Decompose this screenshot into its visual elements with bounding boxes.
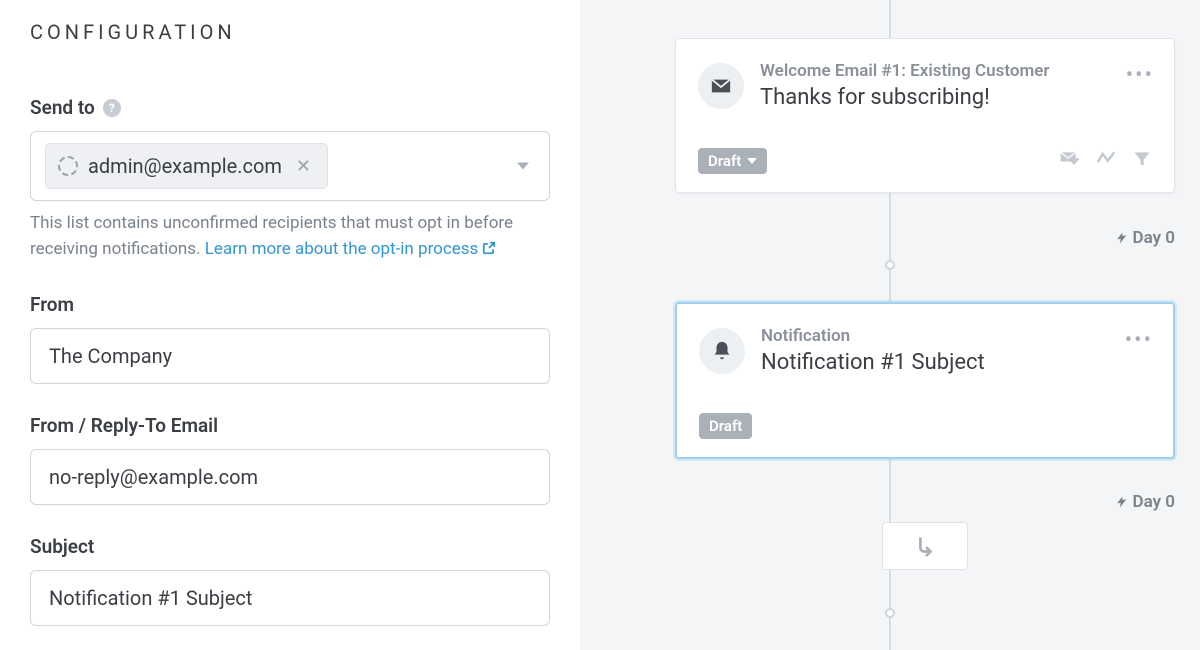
flow-card-welcome-email[interactable]: ••• Welcome Email #1: Existing Customer … — [675, 38, 1175, 193]
card-type: Welcome Email #1: Existing Customer — [760, 61, 1152, 81]
chevron-down-icon[interactable] — [517, 163, 529, 170]
from-input[interactable] — [30, 328, 550, 384]
external-link-icon — [482, 238, 496, 264]
analytics-icon[interactable] — [1094, 149, 1118, 173]
flow-node-dot — [885, 608, 895, 618]
card-title: Notification #1 Subject — [761, 350, 1151, 375]
config-panel: CONFIGURATION Send to ? admin@example.co… — [0, 0, 580, 650]
bolt-icon — [1115, 494, 1129, 510]
status-badge[interactable]: Draft — [699, 413, 752, 439]
send-to-label: Send to ? — [30, 96, 550, 119]
day-label-1-text: Day 0 — [1133, 228, 1175, 248]
status-badge-text: Draft — [708, 152, 741, 170]
send-to-hint: This list contains unconfirmed recipient… — [30, 211, 550, 263]
status-badge[interactable]: Draft — [698, 148, 767, 174]
from-label: From — [30, 293, 550, 316]
status-badge-text: Draft — [709, 417, 742, 435]
field-from: From — [30, 293, 550, 384]
reply-to-label: From / Reply-To Email — [30, 414, 550, 437]
card-menu-icon[interactable]: ••• — [1125, 328, 1153, 353]
config-heading: CONFIGURATION — [30, 20, 550, 44]
field-reply-to: From / Reply-To Email — [30, 414, 550, 505]
recipient-chip: admin@example.com ✕ — [45, 143, 328, 189]
card-title: Thanks for subscribing! — [760, 85, 1152, 110]
bell-icon — [699, 328, 745, 374]
subject-label: Subject — [30, 535, 550, 558]
chevron-down-icon — [747, 158, 757, 164]
card-footer: Draft — [699, 413, 1151, 439]
card-footer: Draft — [698, 148, 1152, 174]
unconfirmed-icon — [58, 156, 78, 176]
email-check-icon[interactable] — [1058, 149, 1080, 173]
card-menu-icon[interactable]: ••• — [1126, 63, 1154, 88]
filter-icon[interactable] — [1132, 149, 1152, 173]
chip-remove-icon[interactable]: ✕ — [292, 156, 315, 177]
card-head: Notification Notification #1 Subject — [699, 326, 1151, 375]
day-label-2: Day 0 — [1115, 492, 1175, 512]
recipient-chip-text: admin@example.com — [88, 154, 282, 178]
field-send-to: Send to ? admin@example.com ✕ This list … — [30, 96, 550, 263]
bolt-icon — [1115, 230, 1129, 246]
branch-icon — [914, 535, 936, 557]
send-to-select[interactable]: admin@example.com ✕ — [30, 131, 550, 201]
opt-in-link[interactable]: Learn more about the opt-in process — [205, 239, 497, 259]
reply-to-input[interactable] — [30, 449, 550, 505]
card-footer-icons — [1058, 149, 1152, 173]
flow-canvas[interactable]: ••• Welcome Email #1: Existing Customer … — [580, 0, 1200, 650]
day-label-2-text: Day 0 — [1133, 492, 1175, 512]
help-icon[interactable]: ? — [103, 99, 121, 117]
branch-node[interactable] — [882, 522, 968, 570]
mail-icon — [698, 63, 744, 109]
flow-card-notification[interactable]: ••• Notification Notification #1 Subject… — [675, 302, 1175, 459]
field-subject: Subject — [30, 535, 550, 626]
day-label-1: Day 0 — [1115, 228, 1175, 248]
opt-in-link-text: Learn more about the opt-in process — [205, 239, 479, 259]
flow-node-dot — [885, 260, 895, 270]
subject-input[interactable] — [30, 570, 550, 626]
send-to-label-text: Send to — [30, 96, 95, 119]
card-head: Welcome Email #1: Existing Customer Than… — [698, 61, 1152, 110]
card-type: Notification — [761, 326, 1151, 346]
